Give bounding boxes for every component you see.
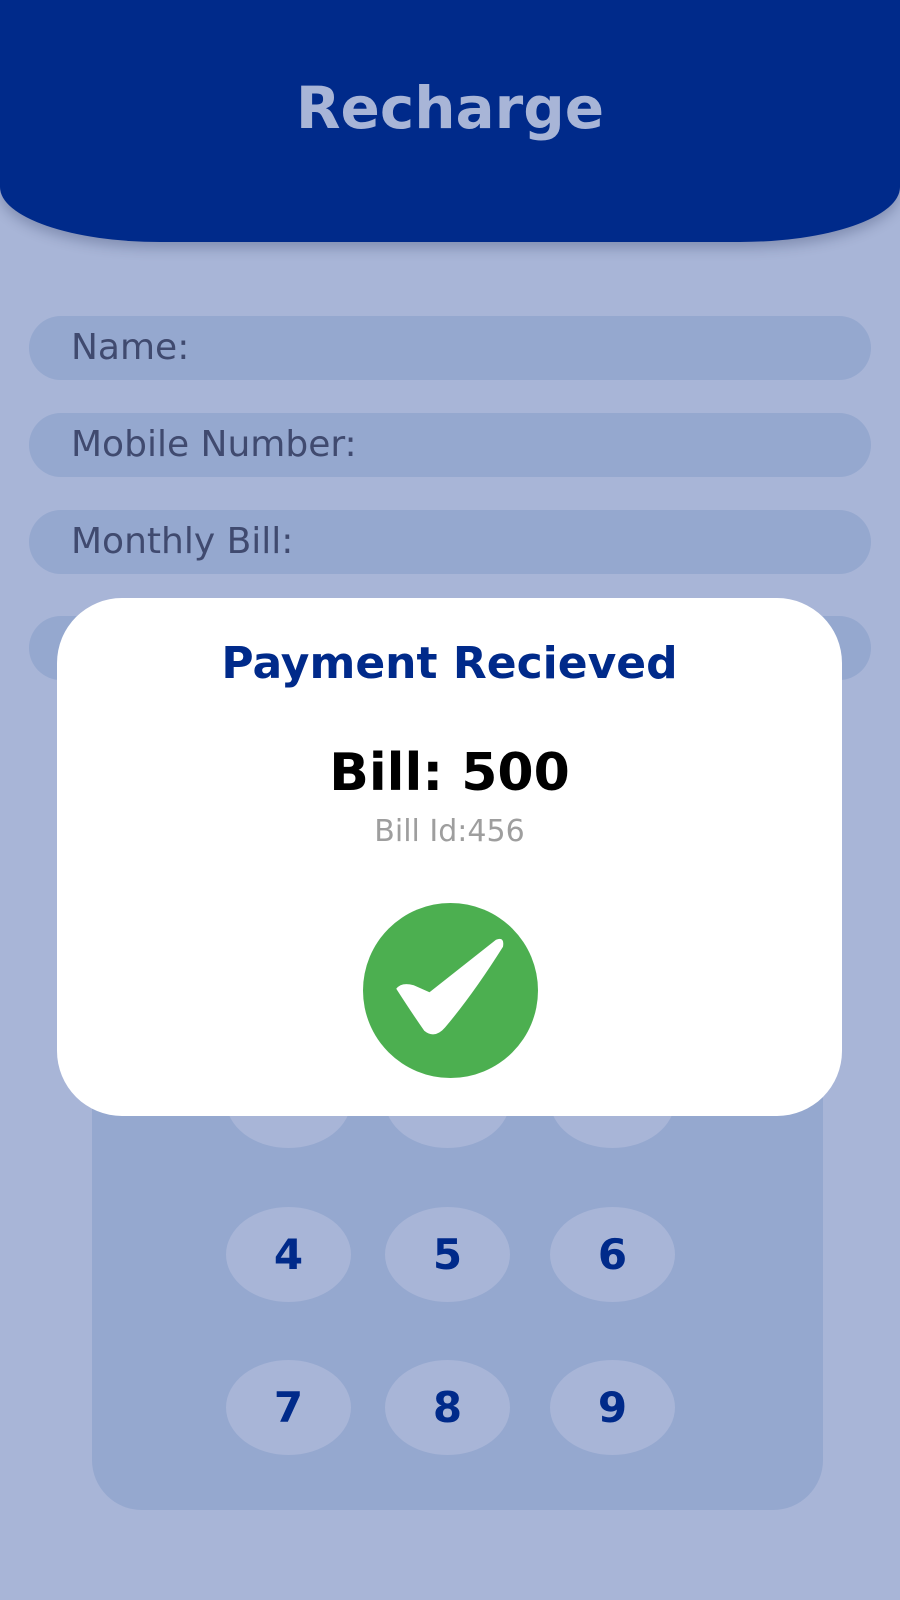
bill-amount: Bill: 500 xyxy=(329,743,570,803)
monthly-bill-field-label: Monthly Bill: xyxy=(71,521,294,562)
mobile-number-field[interactable]: Mobile Number: xyxy=(29,413,871,477)
mobile-number-field-label: Mobile Number: xyxy=(71,424,357,465)
name-field-label: Name: xyxy=(71,327,190,368)
key-4[interactable]: 4 xyxy=(226,1207,351,1302)
key-5[interactable]: 5 xyxy=(385,1207,510,1302)
name-field[interactable]: Name: xyxy=(29,316,871,380)
key-7[interactable]: 7 xyxy=(226,1360,351,1455)
check-circle-icon xyxy=(363,903,538,1078)
key-8[interactable]: 8 xyxy=(385,1360,510,1455)
payment-received-dialog: Payment Recieved Bill: 500 Bill Id:456 xyxy=(57,598,842,1116)
key-9[interactable]: 9 xyxy=(550,1360,675,1455)
bill-id: Bill Id:456 xyxy=(374,814,525,849)
app-header: Recharge xyxy=(0,0,900,242)
dialog-title: Payment Recieved xyxy=(221,638,678,689)
monthly-bill-field[interactable]: Monthly Bill: xyxy=(29,510,871,574)
key-6[interactable]: 6 xyxy=(550,1207,675,1302)
page-title: Recharge xyxy=(295,74,605,142)
